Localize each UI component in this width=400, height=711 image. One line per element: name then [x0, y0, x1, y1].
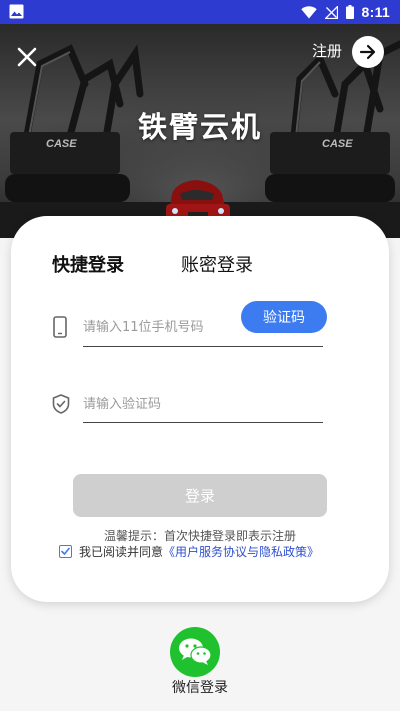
status-time: 8:11: [361, 4, 390, 20]
checkbox-checked-icon: [61, 547, 70, 555]
agreement-row: 我已阅读并同意 《用户服务协议与隐私政策》: [59, 543, 319, 560]
shield-check-icon: [52, 394, 70, 414]
status-icons: 8:11: [300, 0, 390, 24]
wifi-icon: [300, 5, 317, 18]
signal-icon: [324, 5, 338, 19]
phone-icon: [53, 316, 67, 338]
header-banner: CASE CASE 注册 铁臂云机: [0, 24, 400, 238]
code-underline: [83, 422, 323, 423]
gallery-icon: [9, 4, 24, 19]
phone-underline: [83, 346, 323, 347]
register-link[interactable]: 注册: [312, 41, 342, 61]
register-arrow-button[interactable]: [352, 36, 384, 68]
tab-password-login[interactable]: 账密登录: [181, 254, 253, 278]
tab-quick-login[interactable]: 快捷登录: [52, 254, 124, 278]
agree-checkbox[interactable]: [59, 545, 72, 558]
login-button[interactable]: 登录: [73, 474, 327, 517]
register-hint: 温馨提示：首次快捷登录即表示注册: [103, 529, 296, 543]
code-input[interactable]: [83, 392, 323, 416]
wechat-icon: [179, 638, 212, 665]
login-card: 快捷登录 账密登录 验证码 登录 温馨提示：首次快捷登录即表示注册 我已阅读并同…: [11, 216, 389, 602]
arrow-right-icon: [359, 44, 376, 60]
wechat-login-label: 微信登录: [172, 680, 228, 696]
app-title: 铁臂云机: [137, 110, 262, 144]
get-code-button[interactable]: 验证码: [241, 301, 327, 333]
status-bar: 8:11: [0, 0, 400, 24]
battery-icon: [345, 5, 354, 19]
policy-link[interactable]: 《用户服务协议与隐私政策》: [163, 543, 319, 560]
agree-text: 我已阅读并同意: [79, 545, 164, 559]
wechat-login-button[interactable]: [170, 627, 220, 677]
close-icon[interactable]: [12, 42, 42, 72]
